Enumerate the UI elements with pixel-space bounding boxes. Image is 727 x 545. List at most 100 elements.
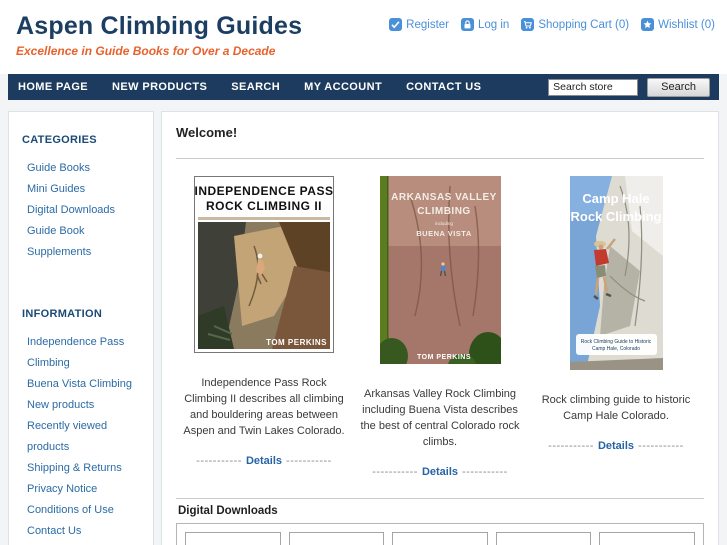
product-description: Rock climbing guide to historic Camp Hal… [541,394,691,422]
sidebar-item-independence-pass-climbing[interactable]: Independence Pass Climbing [27,336,124,369]
sidebar-item-recently-viewed[interactable]: Recently viewed products [27,420,107,453]
svg-text:Rock Climbing: Rock Climbing [570,209,661,224]
sidebar-item-shipping-returns[interactable]: Shipping & Returns [27,462,122,474]
cart-icon [521,18,535,31]
details-row: ----------- Details ----------- [357,466,523,478]
svg-text:Rock Climbing Guide to Histori: Rock Climbing Guide to Historic [580,339,651,345]
wishlist-link[interactable]: Wishlist (0) [641,18,715,31]
cover-photo: TOM PERKINS [198,222,330,349]
download-card-ip-supplement-space[interactable]: IP Climbing II Supplement My Space-Lost … [495,531,592,545]
digital-downloads-title: Digital Downloads [176,497,704,523]
sidebar-item-digital-downloads[interactable]: Digital Downloads [27,204,115,216]
dash-left: ----------- [548,439,594,452]
site-tagline: Excellence in Guide Books for Over a Dec… [16,44,276,58]
list-item: Conditions of Use [27,499,143,520]
svg-text:BUENA VISTA: BUENA VISTA [416,229,472,238]
svg-text:ARKANSAS VALLEY: ARKANSAS VALLEY [391,192,497,203]
register-label: Register [406,18,449,31]
search-input[interactable] [548,78,639,96]
check-icon [389,18,403,31]
sidebar-item-guide-books[interactable]: Guide Books [27,162,90,174]
sidebar-item-privacy-notice[interactable]: Privacy Notice [27,483,97,495]
details-link-independence-pass[interactable]: Details [246,455,282,467]
product-camp-hale: Camp Hale Rock Climbing Rock Climbing Gu… [528,176,704,478]
svg-text:CLIMBING: CLIMBING [417,206,470,217]
main-panel: Welcome! INDEPENDENCE PASS ROCK CLIMBING… [161,111,719,545]
dash-left: ----------- [372,465,418,478]
svg-text:including: including [435,221,453,226]
svg-text:Camp Hale, Colorado: Camp Hale, Colorado [591,346,639,352]
svg-text:INDEPENDENCE PASS: INDEPENDENCE PASS [195,184,334,198]
list-item: Recently viewed products [27,415,143,457]
download-card-monitor-rock[interactable]: Monitor Rock - Trooper Traverse Pocket G… [288,531,385,545]
list-item: Digital Downloads [27,199,143,220]
list-item: Mini Guides [27,178,143,199]
main-navigation: HOME PAGE NEW PRODUCTS SEARCH MY ACCOUNT… [8,74,719,100]
book-cover-independence-pass[interactable]: INDEPENDENCE PASS ROCK CLIMBING II TOM P… [194,176,334,353]
login-label: Log in [478,18,510,31]
dash-right: ----------- [638,439,684,452]
sidebar-item-buena-vista-climbing[interactable]: Buena Vista Climbing [27,378,132,390]
dash-right: ----------- [286,454,332,467]
account-links: Register Log in Shopping Cart (0) Wishli… [389,18,715,58]
sidebar: CATEGORIES Guide Books Mini Guides Digit… [8,111,154,545]
cart-label: Shopping Cart (0) [538,18,630,31]
svg-text:ROCK CLIMBING II: ROCK CLIMBING II [206,199,322,213]
sidebar-item-contact-us[interactable]: Contact Us [27,525,81,537]
search-area: Search [548,77,719,97]
download-card-ip-supplement-frontier[interactable]: NEW! IP Climbing II Supplement - Frontie… [599,531,695,545]
sidebar-item-guide-book-supplements[interactable]: Guide Book Supplements [27,225,91,258]
login-link[interactable]: Log in [461,18,509,31]
lock-icon [461,18,474,31]
product-arkansas-valley: ARKANSAS VALLEY CLIMBING including BUENA… [352,176,528,478]
dash-right: ----------- [462,465,508,478]
svg-text:Camp Hale: Camp Hale [582,191,649,206]
featured-products: INDEPENDENCE PASS ROCK CLIMBING II TOM P… [176,176,704,478]
book-cover-arkansas-valley[interactable]: ARKANSAS VALLEY CLIMBING including BUENA… [379,176,501,364]
download-card-wild-rock[interactable]: Wild Rock Bouldering Guide [392,531,488,545]
product-description: Arkansas Valley Rock Climbing including … [360,388,520,448]
categories-title: CATEGORIES [22,134,97,146]
details-link-camp-hale[interactable]: Details [598,440,634,452]
svg-text:TOM PERKINS: TOM PERKINS [266,338,327,347]
star-icon [641,18,655,31]
register-link[interactable]: Register [389,18,449,31]
information-block: INFORMATION Independence Pass Climbing B… [9,300,153,545]
list-item: Contact Us [27,520,143,541]
details-link-arkansas-valley[interactable]: Details [422,466,458,478]
header: Aspen Climbing Guides Excellence in Guid… [0,0,727,74]
shopping-cart-link[interactable]: Shopping Cart (0) [521,18,629,31]
information-title: INFORMATION [22,308,103,320]
list-item: Guide Books [27,157,143,178]
book-cover-camp-hale[interactable]: Camp Hale Rock Climbing Rock Climbing Gu… [569,176,663,370]
divider [176,158,704,159]
categories-block: CATEGORIES Guide Books Mini Guides Digit… [9,126,153,278]
site-logo[interactable]: Aspen Climbing Guides [16,12,302,41]
list-item: Shipping & Returns [27,457,143,478]
list-item: Buena Vista Climbing [27,373,143,394]
list-item: Guide Book Supplements [27,220,143,262]
sidebar-item-conditions-of-use[interactable]: Conditions of Use [27,504,114,516]
dash-left: ----------- [196,454,242,467]
nav-home-page[interactable]: HOME PAGE [18,81,88,93]
product-description: Independence Pass Rock Climbing II descr… [183,377,345,437]
details-row: ----------- Details ----------- [181,455,347,467]
nav-contact-us[interactable]: CONTACT US [406,81,481,93]
list-item: New products [27,394,143,415]
nav-my-account[interactable]: MY ACCOUNT [304,81,382,93]
svg-text:TOM PERKINS: TOM PERKINS [417,354,471,361]
details-row: ----------- Details ----------- [533,440,699,452]
list-item: Independence Pass Climbing [27,331,143,373]
product-independence-pass: INDEPENDENCE PASS ROCK CLIMBING II TOM P… [176,176,352,478]
page-title: Welcome! [176,125,238,140]
nav-new-products[interactable]: NEW PRODUCTS [112,81,207,93]
digital-downloads-box: Grotto Wall Traverse - Pocket Guide Moni… [176,522,704,545]
sidebar-item-mini-guides[interactable]: Mini Guides [27,183,85,195]
wishlist-label: Wishlist (0) [658,18,715,31]
nav-search[interactable]: SEARCH [231,81,280,93]
sidebar-item-new-products[interactable]: New products [27,399,94,411]
list-item: Privacy Notice [27,478,143,499]
logo-block: Aspen Climbing Guides Excellence in Guid… [16,12,302,58]
search-button[interactable]: Search [647,77,710,97]
download-card-grotto-wall[interactable]: Grotto Wall Traverse - Pocket Guide [185,531,281,545]
